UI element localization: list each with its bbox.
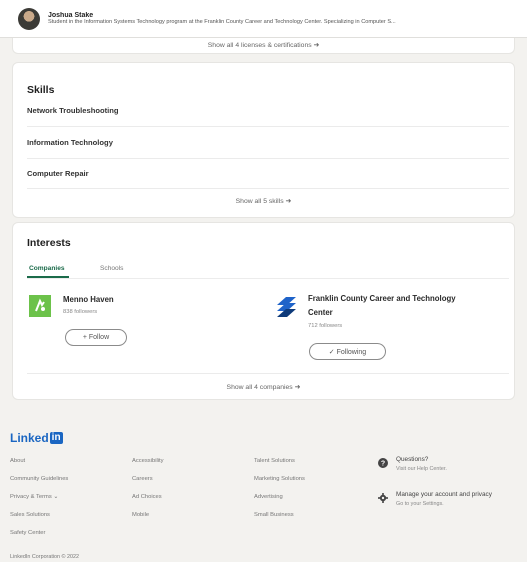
following-button[interactable]: ✓ Following: [309, 343, 386, 360]
footer-link-about[interactable]: About: [10, 458, 25, 464]
profile-summary: Joshua Stake Student in the Information …: [48, 12, 396, 26]
arrow-right-icon: ➜: [285, 198, 292, 205]
footer-link-small-business[interactable]: Small Business: [254, 512, 294, 518]
profile-headline: Student in the Information Systems Techn…: [48, 19, 396, 26]
franklin-county-ctc-logo-icon[interactable]: [274, 295, 300, 321]
company-name[interactable]: Franklin County Career and Technology: [308, 293, 456, 305]
tab-divider: [27, 278, 509, 279]
profile-name: Joshua Stake: [48, 11, 94, 19]
footer-link-ad-choices[interactable]: Ad Choices: [132, 494, 162, 500]
skills-card: Skills Network Troubleshooting Informati…: [12, 62, 515, 218]
divider: [27, 188, 509, 189]
menno-haven-logo-icon[interactable]: [29, 295, 51, 317]
footer-link-talent-solutions[interactable]: Talent Solutions: [254, 458, 295, 464]
svg-text:?: ?: [381, 461, 385, 468]
skill-item[interactable]: Information Technology: [27, 138, 509, 147]
skill-item[interactable]: Computer Repair: [27, 169, 509, 178]
footer-link-safety-center[interactable]: Safety Center: [10, 530, 45, 536]
manage-account-title[interactable]: Manage your account and privacy: [396, 491, 492, 498]
footer-link-sales-solutions[interactable]: Sales Solutions: [10, 512, 50, 518]
footer-link-marketing-solutions[interactable]: Marketing Solutions: [254, 476, 305, 482]
show-all-skills-link[interactable]: Show all 5 skills ➜: [13, 197, 514, 205]
company-name[interactable]: Menno Haven: [63, 294, 114, 306]
footer-link-accessibility[interactable]: Accessibility: [132, 458, 164, 464]
avatar[interactable]: [18, 7, 40, 30]
show-all-skills-label: Show all 5 skills: [235, 198, 284, 205]
show-all-companies-label: Show all 4 companies: [226, 384, 293, 391]
active-tab-indicator: [27, 276, 69, 278]
divider: [27, 126, 509, 127]
tab-companies[interactable]: Companies: [29, 265, 65, 272]
footer-copyright: LinkedIn Corporation © 2022: [10, 554, 80, 560]
show-all-licenses-label: Show all 4 licenses & certifications: [207, 42, 312, 49]
divider: [27, 373, 509, 374]
skills-heading: Skills: [27, 84, 55, 96]
arrow-right-icon: ➜: [294, 384, 301, 391]
gear-icon: [378, 493, 388, 503]
company-followers: 712 followers: [308, 323, 343, 329]
profile-sticky-header: Joshua Stake Student in the Information …: [0, 0, 527, 38]
tab-schools[interactable]: Schools: [100, 265, 123, 272]
divider: [27, 158, 509, 159]
show-all-companies-link[interactable]: Show all 4 companies ➜: [13, 383, 514, 391]
footer-link-mobile[interactable]: Mobile: [132, 512, 149, 518]
footer-link-privacy-terms[interactable]: Privacy & Terms ⌄: [10, 494, 58, 500]
question-icon: ?: [378, 458, 388, 468]
help-questions-title[interactable]: Questions?: [396, 456, 428, 463]
company-followers: 838 followers: [63, 309, 98, 315]
company-name-line-2[interactable]: Center: [308, 307, 333, 319]
show-all-licenses-link[interactable]: Show all 4 licenses & certifications ➜: [12, 38, 515, 54]
skill-item[interactable]: Network Troubleshooting: [27, 106, 509, 115]
follow-button[interactable]: + Follow: [65, 329, 127, 346]
site-footer: Linked in About Community Guidelines Priv…: [0, 405, 527, 562]
footer-link-careers[interactable]: Careers: [132, 476, 153, 482]
footer-link-advertising[interactable]: Advertising: [254, 494, 283, 500]
manage-account-subtitle[interactable]: Go to your Settings.: [396, 501, 444, 507]
interests-card: Interests Companies Schools Menno Haven …: [12, 222, 515, 400]
linkedin-logo[interactable]: Linked in: [10, 431, 63, 445]
brand-wordmark: Linked: [10, 431, 49, 445]
footer-link-community-guidelines[interactable]: Community Guidelines: [10, 476, 68, 482]
help-questions-subtitle[interactable]: Visit our Help Center.: [396, 466, 447, 472]
interests-heading: Interests: [27, 237, 71, 249]
brand-in-badge: in: [49, 432, 63, 444]
arrow-right-icon: ➜: [313, 42, 320, 49]
